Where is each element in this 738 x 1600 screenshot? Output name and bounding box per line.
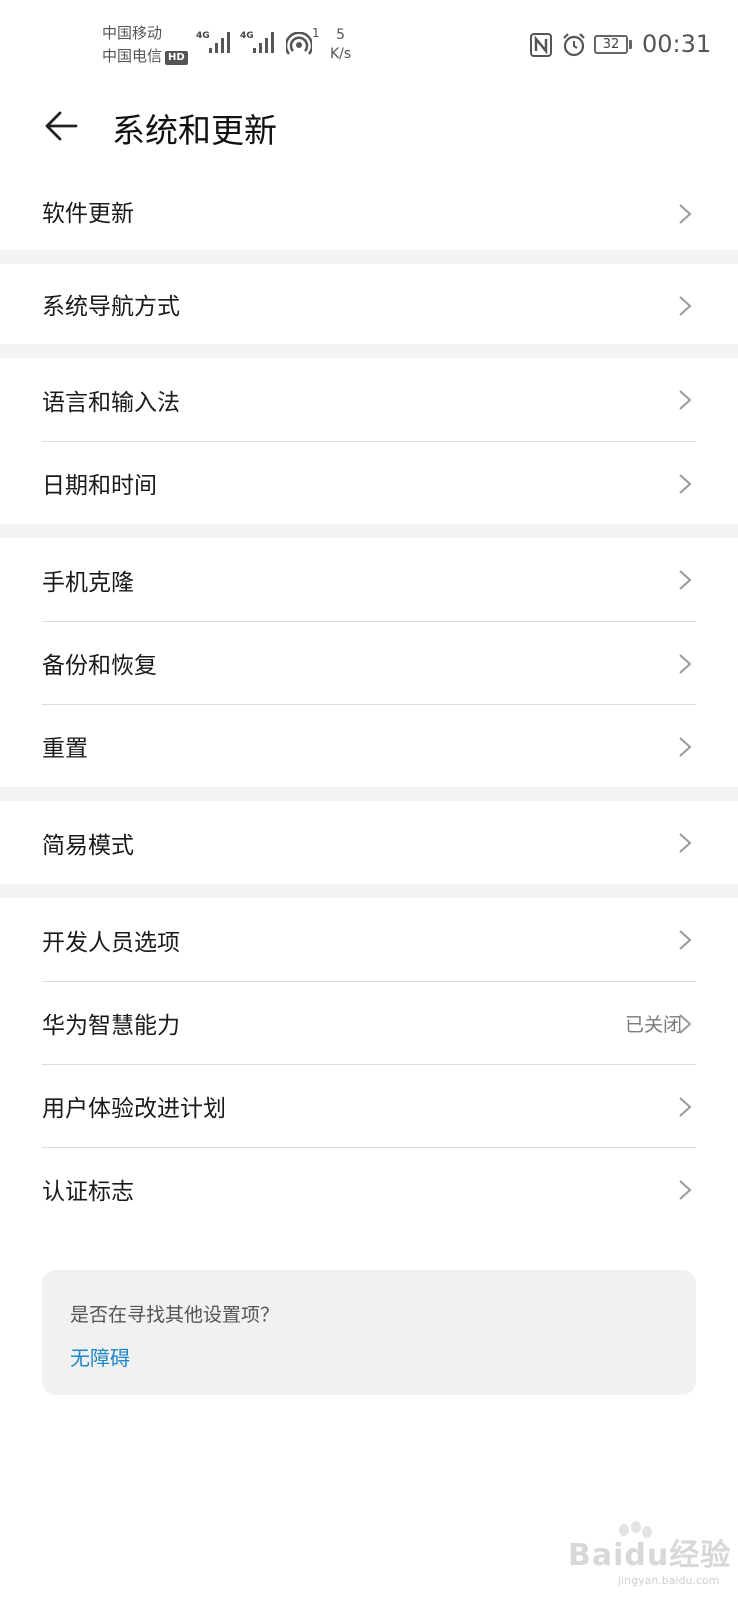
setting-label: 手机克隆 xyxy=(42,569,134,596)
accessibility-link[interactable]: 无障碍 xyxy=(70,1342,130,1371)
setting-label: 备份和恢复 xyxy=(42,653,157,679)
group-software-update: 软件更新 xyxy=(0,172,738,250)
setting-label: 语言和输入法 xyxy=(42,389,180,416)
chevron-right-icon xyxy=(679,930,692,950)
chevron-right-icon xyxy=(679,1014,692,1034)
clock: 00:31 xyxy=(642,30,712,58)
setting-label: 认证标志 xyxy=(42,1179,134,1205)
group-simple-mode: 简易模式 xyxy=(0,801,738,884)
chevron-right-icon xyxy=(679,833,692,853)
setting-label: 系统导航方式 xyxy=(42,294,180,320)
setting-label: 华为智慧能力 xyxy=(42,1013,180,1039)
hd-badge: HD xyxy=(165,51,188,65)
chevron-right-icon xyxy=(679,296,692,316)
network-speed: 5 K/s xyxy=(330,26,351,64)
setting-label: 开发人员选项 xyxy=(42,929,180,956)
suggestion-card: 是否在寻找其他设置项？ 无障碍 xyxy=(42,1270,696,1395)
group-backup: 手机克隆 备份和恢复 重置 xyxy=(0,538,738,787)
setting-label: 简易模式 xyxy=(42,832,134,859)
group-navigation: 系统导航方式 xyxy=(0,264,738,344)
setting-label: 用户体验改进计划 xyxy=(42,1096,226,1122)
group-separator xyxy=(0,250,738,264)
group-language-time: 语言和输入法 日期和时间 xyxy=(0,358,738,524)
signal-icon-2 xyxy=(253,32,274,53)
setting-label: 重置 xyxy=(42,736,88,762)
nfc-icon xyxy=(530,33,552,57)
setting-date-time[interactable]: 日期和时间 xyxy=(42,441,696,524)
battery-tip xyxy=(629,40,632,49)
setting-huawei-ai[interactable]: 华为智慧能力 已关闭 xyxy=(42,981,696,1064)
group-developer: 开发人员选项 华为智慧能力 已关闭 用户体验改进计划 认证标志 xyxy=(0,898,738,1230)
carrier-2: 中国电信 xyxy=(102,47,163,65)
setting-phone-clone[interactable]: 手机克隆 xyxy=(42,538,696,621)
signal-icon-1 xyxy=(209,32,230,53)
setting-label: 日期和时间 xyxy=(42,473,157,499)
setting-simple-mode[interactable]: 简易模式 xyxy=(42,801,696,884)
setting-language-input[interactable]: 语言和输入法 xyxy=(42,358,696,441)
watermark-url: jingyan.baidu.com xyxy=(618,1574,720,1587)
speed-unit: K/s xyxy=(330,46,352,62)
settings-list: 软件更新 系统导航方式 语言和输入法 日期和时间 手机克隆 备份和恢复 重置 简… xyxy=(0,172,738,1230)
hotspot-count: 1 xyxy=(312,26,320,40)
chevron-right-icon xyxy=(679,474,692,494)
alarm-icon xyxy=(563,33,585,57)
page-title: 系统和更新 xyxy=(112,111,277,150)
battery-icon: 32 xyxy=(594,35,628,54)
setting-user-experience-program[interactable]: 用户体验改进计划 xyxy=(42,1064,696,1147)
setting-backup-restore[interactable]: 备份和恢复 xyxy=(42,621,696,704)
group-separator xyxy=(0,524,738,538)
chevron-right-icon xyxy=(679,737,692,757)
speed-value: 5 xyxy=(336,27,346,43)
setting-developer-options[interactable]: 开发人员选项 xyxy=(42,898,696,981)
group-separator xyxy=(0,884,738,898)
chevron-right-icon xyxy=(679,1180,692,1200)
setting-system-navigation[interactable]: 系统导航方式 xyxy=(42,264,696,344)
chevron-right-icon xyxy=(679,390,692,410)
setting-label: 软件更新 xyxy=(42,201,134,227)
chevron-right-icon xyxy=(679,654,692,674)
group-separator xyxy=(0,787,738,801)
watermark-text: Baidu经验 xyxy=(568,1538,732,1573)
carrier-1: 中国移动 xyxy=(102,24,163,42)
setting-software-update[interactable]: 软件更新 xyxy=(42,172,696,250)
back-arrow-icon[interactable] xyxy=(42,106,82,146)
suggestion-question: 是否在寻找其他设置项？ xyxy=(70,1304,280,1326)
status-bar: 中国移动 中国电信 HD 4G 4G 1 5 K/s 32 00:31 xyxy=(0,0,738,90)
hotspot-icon xyxy=(286,32,312,55)
setting-status-value: 已关闭 xyxy=(624,1013,682,1036)
setting-reset[interactable]: 重置 xyxy=(42,704,696,787)
chevron-right-icon xyxy=(679,1097,692,1117)
chevron-right-icon xyxy=(679,204,692,224)
group-separator xyxy=(0,344,738,358)
setting-certification-logos[interactable]: 认证标志 xyxy=(42,1147,696,1230)
carrier-info: 中国移动 中国电信 HD xyxy=(102,22,188,68)
app-header: 系统和更新 xyxy=(0,90,738,162)
chevron-right-icon xyxy=(679,570,692,590)
